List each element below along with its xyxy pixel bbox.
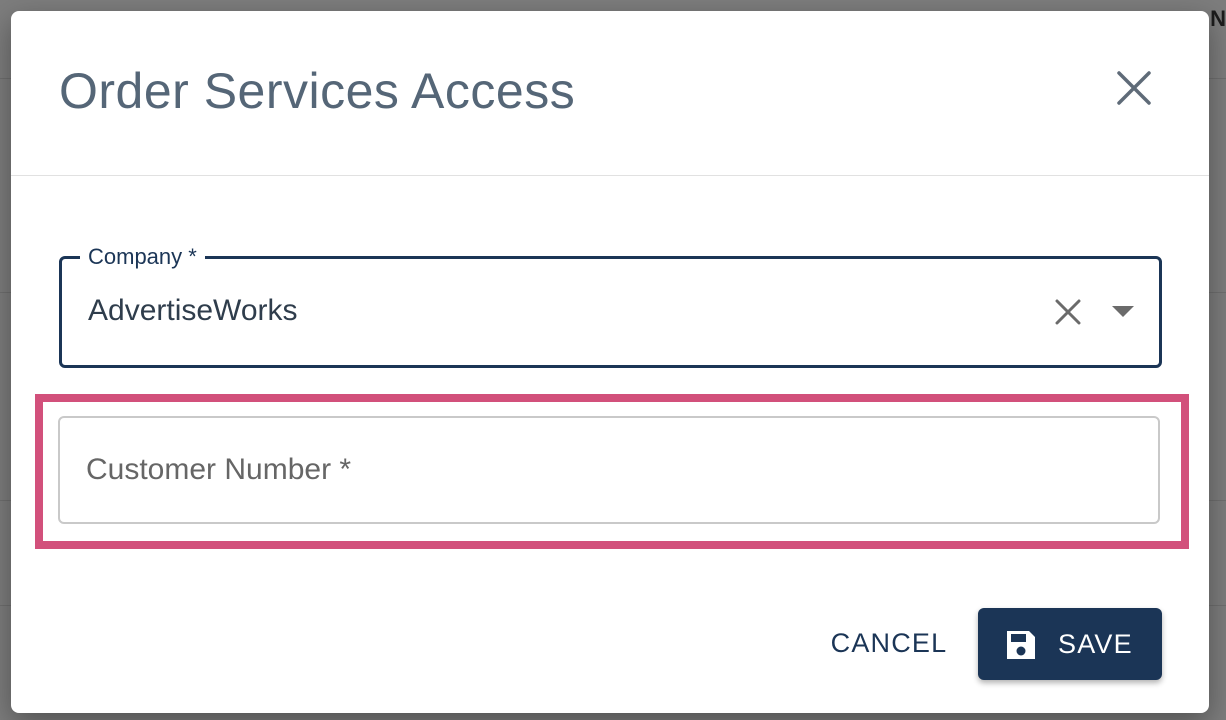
- company-label: Company *: [80, 243, 205, 271]
- close-dialog-button[interactable]: [1111, 65, 1157, 111]
- dialog-title: Order Services Access: [59, 63, 576, 119]
- close-icon: [1117, 71, 1151, 105]
- save-button-label: SAVE: [1058, 629, 1133, 659]
- close-icon: [1055, 299, 1081, 325]
- dialog-header: Order Services Access: [11, 11, 1209, 176]
- company-dropdown-toggle[interactable]: [1107, 296, 1139, 328]
- clear-company-button[interactable]: [1052, 296, 1084, 328]
- background-partial-text: N: [1210, 6, 1226, 31]
- customer-number-field[interactable]: [58, 416, 1160, 524]
- save-button[interactable]: SAVE: [978, 608, 1162, 680]
- company-select[interactable]: Company * AdvertiseWorks: [59, 243, 1162, 368]
- order-services-access-dialog: Order Services Access Company * Advertis…: [11, 11, 1209, 713]
- cancel-button[interactable]: CANCEL: [819, 607, 959, 679]
- customer-number-input[interactable]: [60, 418, 1158, 522]
- company-value[interactable]: AdvertiseWorks: [88, 293, 298, 329]
- caret-down-icon: [1112, 306, 1134, 317]
- floppy-disk-icon: [1007, 631, 1035, 659]
